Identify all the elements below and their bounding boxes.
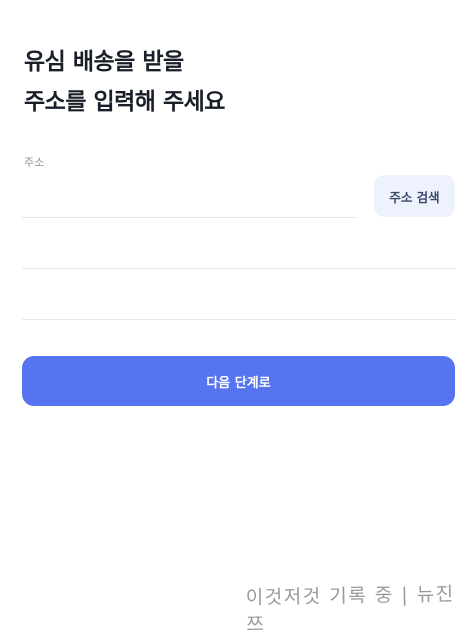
address-detail-input-2[interactable] (22, 286, 455, 320)
page-title: 유심 배송을 받을 주소를 입력해 주세요 (24, 42, 225, 122)
page-title-line-1: 유심 배송을 받을 (24, 49, 184, 75)
watermark-text: 이것저것 기록 중 | 뉴진쯔 (245, 583, 455, 636)
next-step-button[interactable]: 다음 단계로 (22, 356, 455, 406)
address-detail-input-1[interactable] (22, 235, 455, 269)
address-label: 주소 (24, 156, 45, 169)
page-title-line-2: 주소를 입력해 주세요 (24, 89, 225, 115)
address-search-button[interactable]: 주소 검색 (374, 175, 455, 217)
address-input[interactable] (22, 186, 357, 218)
